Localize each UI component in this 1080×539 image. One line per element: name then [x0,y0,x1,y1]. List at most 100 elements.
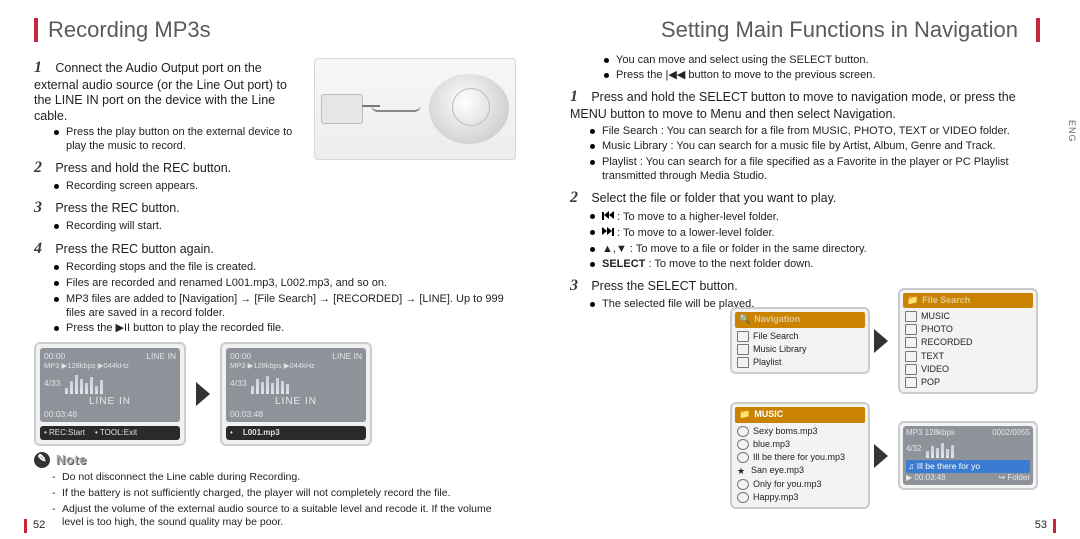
right-step-2-text: Select the file or folder that you want … [591,191,836,205]
nav-head: 📁 File Search [903,293,1033,308]
step-2-bullets: Recording screen appears. [54,180,304,194]
note-icon: ✎ [34,452,50,468]
magnifier-icon: 🔍 [739,314,750,325]
step-4-bullets: Recording stops and the file is created.… [54,261,516,336]
nav-item: Ill be there for you.mp3 [735,451,865,464]
screen-a-title: LINE IN [44,396,176,408]
step-4-text: Press the REC button again. [55,242,213,256]
playing-track: 4/32 [906,444,922,454]
note-label: Note [56,452,87,468]
bullet: Recording stops and the file is created. [54,261,516,275]
folder-icon [737,357,749,368]
right-step-1-text: Press and hold the SELECT button to move… [570,90,1016,121]
folder-icon [905,351,917,362]
playing-meta-left: MP3 128kbps [906,428,955,438]
nav-item: Happy.mp3 [735,491,865,504]
recording-screen-b: 00:00 LINE IN MP3 ▶128kbps ▶044kHz 4/33 … [220,342,372,445]
step-number: 1 [570,87,584,107]
nav-screen-music: 📁 MUSIC Sexy boms.mp3 blue.mp3 Ill be th… [730,402,870,509]
step-2-text: Press and hold the REC button. [55,161,231,175]
nav-item: Only for you.mp3 [735,478,865,491]
nav-head-label: Navigation [754,314,800,325]
playing-meta-right: 0002/0055 [992,428,1030,438]
screen-b-header-right: LINE IN [332,351,362,361]
page-number-accent-icon [24,519,27,533]
screen-a-footer-item: • REC:Start [44,428,85,438]
nav-head: 📁 MUSIC [735,407,865,422]
step-3-bullets: Recording will start. [54,220,304,234]
step-number: 2 [34,158,48,178]
bullet: Press the |◀◀ button to move to the prev… [604,69,1040,83]
nav-head-label: File Search [922,295,970,306]
nav-item: POP [903,376,1033,389]
screen-a-footer-item: • TOOL:Exit [95,428,137,438]
screen-b-track: 4/33 [230,378,247,388]
note-item: If the battery is not sufficiently charg… [52,487,516,500]
title-text: Recording MP3s [48,16,211,44]
folder-icon: 📁 [739,409,750,420]
arrow-right-icon [874,444,888,468]
equalizer-bars-icon [926,440,954,458]
folder-icon [905,337,917,348]
bullet: Files are recorded and renamed L001.mp3,… [54,277,516,291]
folder-icon [905,364,917,375]
nav-item: blue.mp3 [735,438,865,451]
nav-item: Playlist [735,356,865,369]
right-step-1: 1 Press and hold the SELECT button to mo… [570,87,1040,123]
nav-screen-playing: MP3 128kbps 0002/0055 4/32 ♫ Ill be ther… [898,421,1038,490]
nav-item: PHOTO [903,323,1033,336]
recording-screen-a: 00:00 LINE IN MP3 ▶128kbps ▶044kHz 4/33 … [34,342,186,445]
nav-item: File Search [735,330,865,343]
note-header: ✎ Note [34,452,516,468]
page-title-left: Recording MP3s [34,16,516,44]
playing-folder: ↪ Folder [998,473,1030,483]
arrow-right-icon [874,329,888,353]
note-list: Do not disconnect the Line cable during … [52,471,516,530]
screen-b-footer: • L001.mp3 [226,426,366,440]
nav-item: Music Library [735,343,865,356]
step-number: 1 [34,58,48,78]
step-3-text: Press the REC button. [55,201,179,215]
note-item: Adjust the volume of the external audio … [52,503,516,529]
audio-jack-icon [321,94,363,124]
bullet: Press the ▶II button to play the recorde… [54,322,516,336]
step-number: 3 [570,276,584,296]
now-playing-panel: MP3 128kbps 0002/0055 4/32 ♫ Ill be ther… [903,426,1033,485]
right-step-1-bullets: File Search : You can search for a file … [590,125,1040,184]
step-number: 4 [34,239,48,259]
screen-a-header-left: 00:00 [44,351,65,361]
bullet: ▲,▼ : To move to a file or folder in the… [590,243,1040,257]
title-accent-icon [34,18,38,42]
screen-b-footer-item: • [230,428,233,438]
music-note-icon [737,452,749,463]
folder-icon [905,311,917,322]
music-note-icon [737,426,749,437]
page-number-right: 53 [1035,519,1056,533]
page-number-value: 53 [1035,519,1047,533]
page-left: Recording MP3s 1 Connect the Audio Outpu… [0,0,540,539]
music-note-icon [737,492,749,503]
nav-item: Sexy boms.mp3 [735,425,865,438]
nav-screen-navigation: 🔍 Navigation File Search Music Library P… [730,307,870,374]
page-number-accent-icon [1053,519,1056,533]
arrow-right-icon [196,382,210,406]
playing-time: ▶ 00:03:48 [906,473,946,483]
bullet: : To move to a lower-level folder. [590,226,1040,241]
nav-item: VIDEO [903,363,1033,376]
page-title-right: Setting Main Functions in Navigation [570,16,1040,44]
intro-bullets: You can move and select using the SELECT… [604,54,1040,84]
music-note-icon [737,479,749,490]
cd-player-icon [429,74,509,144]
step-1-text: Connect the Audio Output port on the ext… [34,61,287,123]
bullet: Recording will start. [54,220,304,234]
right-step-3-text: Press the SELECT button. [591,279,737,293]
note-item: Do not disconnect the Line cable during … [52,471,516,484]
bullet: File Search : You can search for a file … [590,125,1040,139]
nav-item: RECORDED [903,336,1033,349]
nav-head-label: MUSIC [754,409,783,420]
screen-b-footer-item: L001.mp3 [243,428,280,438]
bullet: Music Library : You can search for a mus… [590,140,1040,154]
step-number: 3 [34,198,48,218]
bullet: You can move and select using the SELECT… [604,54,1040,68]
screen-a-footer: • REC:Start • TOOL:Exit [40,426,180,440]
